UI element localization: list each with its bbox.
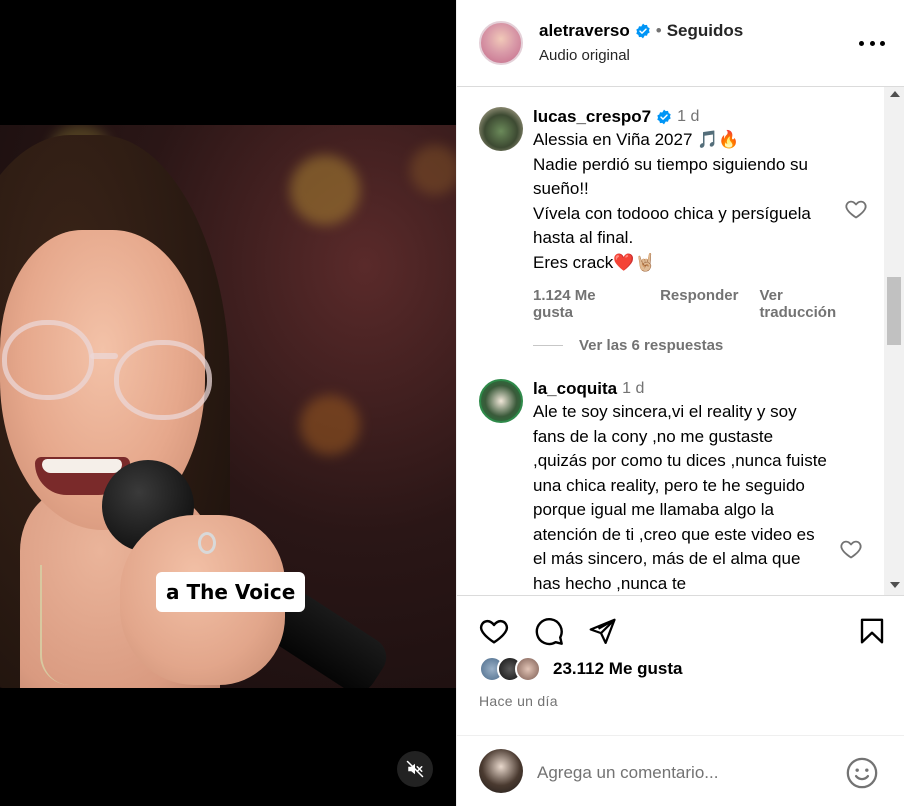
comments-scrollbar[interactable] xyxy=(884,87,904,595)
background-light xyxy=(410,145,456,195)
commenter-username[interactable]: lucas_crespo7 xyxy=(533,107,651,127)
post-panel: aletraverso • Seguidos Audio original lu… xyxy=(456,0,904,806)
liker-avatar xyxy=(515,656,541,682)
comment-header: la_coquita 1 d xyxy=(533,379,863,399)
comment-time[interactable]: 1 d xyxy=(622,380,644,398)
singer-necklace xyxy=(40,565,70,685)
bookmark-icon xyxy=(860,618,884,644)
glasses-left-lens xyxy=(2,320,94,400)
reply-button[interactable]: Responder xyxy=(660,287,738,321)
author-username[interactable]: aletraverso xyxy=(539,21,630,41)
likes-count[interactable]: 23.112 Me gusta xyxy=(553,659,682,679)
likes-summary[interactable]: 23.112 Me gusta xyxy=(479,656,682,682)
view-replies[interactable]: Ver las 6 respuestas xyxy=(533,337,723,354)
save-button[interactable] xyxy=(855,614,889,648)
comment-item: la_coquita 1 d Ale te soy sincera,vi el … xyxy=(479,379,859,595)
more-dot xyxy=(859,40,864,46)
verified-badge-icon xyxy=(656,109,672,125)
heart-icon xyxy=(479,619,509,644)
scroll-down-arrow-icon[interactable] xyxy=(890,582,900,588)
commenter-avatar[interactable] xyxy=(479,379,523,423)
singer-ring xyxy=(198,532,216,554)
comments-list[interactable]: lucas_crespo7 1 d Alessia en Viña 2027 🎵… xyxy=(457,87,904,595)
comment-input[interactable] xyxy=(537,758,837,788)
video-player[interactable]: a The Voice xyxy=(0,0,456,806)
emoji-icon xyxy=(846,757,878,789)
add-comment-bar xyxy=(457,735,904,806)
like-button[interactable] xyxy=(477,614,511,648)
comment-actions: 1.124 Me gusta Responder Ver traducción xyxy=(533,287,863,321)
more-dot xyxy=(880,40,885,46)
post-timestamp[interactable]: Hace un día xyxy=(479,693,558,709)
more-dot xyxy=(869,40,875,46)
comment-text: Ale te soy sincera,vi el reality y soy f… xyxy=(533,402,827,593)
heart-icon[interactable] xyxy=(839,537,863,561)
mute-button[interactable] xyxy=(397,751,433,787)
post-actions: 23.112 Me gusta Hace un día xyxy=(457,595,904,806)
paper-plane-icon xyxy=(589,618,616,644)
speaker-muted-icon xyxy=(406,760,424,778)
share-button[interactable] xyxy=(585,614,619,648)
separator-dot: • xyxy=(655,21,662,40)
comment-time[interactable]: 1 d xyxy=(677,108,699,126)
view-replies-label[interactable]: Ver las 6 respuestas xyxy=(579,337,723,354)
verified-badge-icon xyxy=(635,23,651,39)
comment-body: lucas_crespo7 1 d Alessia en Viña 2027 🎵… xyxy=(533,107,863,321)
comment-item: lucas_crespo7 1 d Alessia en Viña 2027 🎵… xyxy=(479,107,867,337)
heart-icon[interactable] xyxy=(844,197,868,221)
scroll-up-arrow-icon[interactable] xyxy=(890,91,900,97)
comment-likes[interactable]: 1.124 Me gusta xyxy=(533,287,639,321)
audio-link[interactable]: Audio original xyxy=(539,47,630,64)
comment-header: lucas_crespo7 1 d xyxy=(533,107,863,127)
background-light xyxy=(300,395,360,455)
scrollbar-thumb[interactable] xyxy=(887,277,901,345)
author-line: aletraverso • Seguidos xyxy=(539,21,743,41)
more-options-icon[interactable] xyxy=(859,33,885,53)
singer-teeth xyxy=(42,459,122,473)
current-user-avatar xyxy=(479,749,523,793)
comment-icon xyxy=(535,618,563,646)
commenter-username[interactable]: la_coquita xyxy=(533,379,617,399)
post-header: aletraverso • Seguidos Audio original xyxy=(457,0,904,87)
emoji-button[interactable] xyxy=(845,756,879,790)
translate-button[interactable]: Ver traducción xyxy=(759,287,863,321)
following-button[interactable]: Seguidos xyxy=(667,21,744,41)
glasses-right-lens xyxy=(114,340,212,420)
author-avatar[interactable] xyxy=(479,21,523,65)
video-caption: a The Voice xyxy=(156,572,306,612)
background-light xyxy=(290,155,360,225)
comment-text: Alessia en Viña 2027 🎵🔥 Nadie perdió su … xyxy=(533,130,811,272)
comment-body: la_coquita 1 d Ale te soy sincera,vi el … xyxy=(533,379,863,595)
replies-divider-line xyxy=(533,345,563,346)
commenter-avatar[interactable] xyxy=(479,107,523,151)
comment-button[interactable] xyxy=(532,614,566,648)
glasses-bridge xyxy=(90,353,118,359)
